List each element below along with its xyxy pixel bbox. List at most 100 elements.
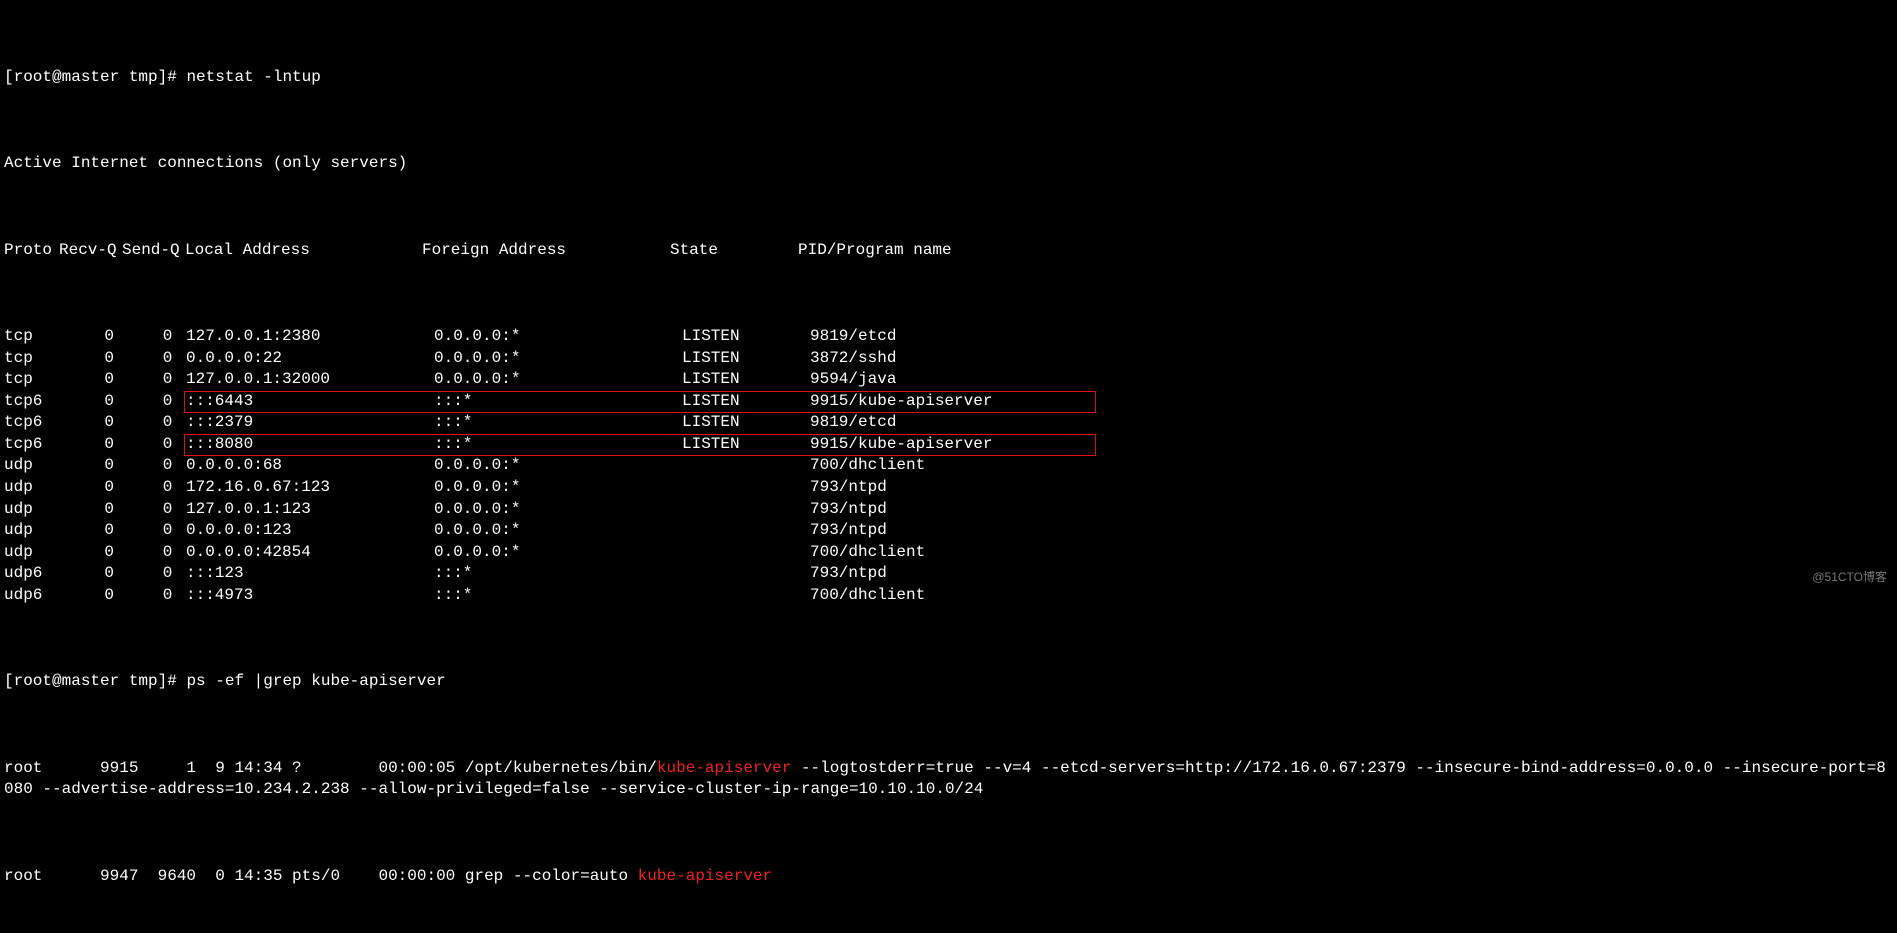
- terminal-output[interactable]: [root@master tmp]# netstat -lntup Active…: [0, 0, 1897, 933]
- cell-foreign: 0.0.0.0:*: [434, 326, 682, 348]
- hdr-prog: PID/Program name: [798, 240, 1893, 262]
- cell-state: [682, 520, 810, 542]
- ps-pre: root 9915 1 9 14:34 ? 00:00:05 /opt/kube…: [4, 759, 657, 777]
- cell-foreign: 0.0.0.0:*: [434, 520, 682, 542]
- title-text: Active Internet connections (only server…: [4, 153, 407, 175]
- command-text: ps -ef |grep kube-apiserver: [186, 671, 445, 693]
- cell-sendq: 0: [122, 542, 186, 564]
- table-row: tcp00 0.0.0.0:220.0.0.0:*LISTEN3872/sshd: [4, 348, 1893, 370]
- cell-foreign: 0.0.0.0:*: [434, 477, 682, 499]
- cell-local: 127.0.0.1:2380: [186, 326, 434, 348]
- cell-local: :::2379: [186, 412, 434, 434]
- table-row: udp00 0.0.0.0:428540.0.0.0:*700/dhclient: [4, 542, 1893, 564]
- cell-sendq: 0: [122, 412, 186, 434]
- cell-proto: tcp: [4, 326, 59, 348]
- shell-prompt: [root@master tmp]#: [4, 67, 186, 89]
- cell-recvq: 0: [59, 369, 122, 391]
- cell-recvq: 0: [59, 585, 122, 607]
- cell-prog: 793/ntpd: [810, 563, 1893, 585]
- table-row: udp00 172.16.0.67:1230.0.0.0:*793/ntpd: [4, 477, 1893, 499]
- table-row: tcp600 :::8080:::*LISTEN9915/kube-apiser…: [4, 434, 1893, 456]
- cell-local: 127.0.0.1:123: [186, 499, 434, 521]
- cell-local: 0.0.0.0:123: [186, 520, 434, 542]
- cell-local: 0.0.0.0:22: [186, 348, 434, 370]
- hdr-proto: Proto: [4, 240, 59, 262]
- cell-foreign: :::*: [434, 563, 682, 585]
- cell-prog: 9819/etcd: [810, 326, 1893, 348]
- cell-sendq: 0: [122, 369, 186, 391]
- connections-title: Active Internet connections (only server…: [4, 153, 1893, 175]
- cell-local: :::4973: [186, 585, 434, 607]
- cell-proto: udp6: [4, 563, 59, 585]
- cell-prog: 3872/sshd: [810, 348, 1893, 370]
- cell-sendq: 0: [122, 499, 186, 521]
- cell-recvq: 0: [59, 348, 122, 370]
- cell-sendq: 0: [122, 585, 186, 607]
- ps-output-line-1: root 9915 1 9 14:34 ? 00:00:05 /opt/kube…: [4, 758, 1893, 801]
- cell-state: LISTEN: [682, 348, 810, 370]
- cell-state: [682, 563, 810, 585]
- cell-proto: udp6: [4, 585, 59, 607]
- cell-sendq: 0: [122, 391, 186, 413]
- cell-recvq: 0: [59, 563, 122, 585]
- cell-prog: 700/dhclient: [810, 455, 1893, 477]
- cell-recvq: 0: [59, 520, 122, 542]
- cell-prog: 700/dhclient: [810, 542, 1893, 564]
- hdr-local: Local Address: [185, 240, 422, 262]
- ps-pre: root 9947 9640 0 14:35 pts/0 00:00:00 gr…: [4, 867, 638, 885]
- table-header: Proto Recv-Q Send-Q Local Address Foreig…: [4, 240, 1893, 262]
- cell-foreign: 0.0.0.0:*: [434, 348, 682, 370]
- hdr-state: State: [670, 240, 798, 262]
- cell-recvq: 0: [59, 434, 122, 456]
- cell-state: LISTEN: [682, 412, 810, 434]
- table-row: udp00 0.0.0.0:1230.0.0.0:*793/ntpd: [4, 520, 1893, 542]
- ps-output-line-2: root 9947 9640 0 14:35 pts/0 00:00:00 gr…: [4, 866, 1893, 888]
- cell-foreign: :::*: [434, 434, 682, 456]
- cell-proto: tcp6: [4, 412, 59, 434]
- cell-prog: 793/ntpd: [810, 477, 1893, 499]
- table-row: udp600 :::4973:::*700/dhclient: [4, 585, 1893, 607]
- table-row: tcp600 :::6443:::*LISTEN9915/kube-apiser…: [4, 391, 1893, 413]
- hdr-foreign: Foreign Address: [422, 240, 670, 262]
- table-row: udp00 0.0.0.0:680.0.0.0:*700/dhclient: [4, 455, 1893, 477]
- cell-recvq: 0: [59, 412, 122, 434]
- cell-prog: 700/dhclient: [810, 585, 1893, 607]
- cell-prog: 9915/kube-apiserver: [810, 434, 1893, 456]
- cell-local: 0.0.0.0:68: [186, 455, 434, 477]
- cell-local: :::6443: [186, 391, 434, 413]
- cell-sendq: 0: [122, 477, 186, 499]
- cell-sendq: 0: [122, 434, 186, 456]
- cell-state: [682, 477, 810, 499]
- cell-foreign: 0.0.0.0:*: [434, 369, 682, 391]
- cell-sendq: 0: [122, 455, 186, 477]
- cell-proto: udp: [4, 499, 59, 521]
- cell-recvq: 0: [59, 499, 122, 521]
- cell-prog: 9819/etcd: [810, 412, 1893, 434]
- ps-match: kube-apiserver: [657, 759, 791, 777]
- cell-proto: udp: [4, 542, 59, 564]
- table-row: tcp00 127.0.0.1:320000.0.0.0:*LISTEN9594…: [4, 369, 1893, 391]
- table-row: tcp00 127.0.0.1:23800.0.0.0:*LISTEN9819/…: [4, 326, 1893, 348]
- cell-foreign: :::*: [434, 412, 682, 434]
- cell-recvq: 0: [59, 391, 122, 413]
- cell-local: :::8080: [186, 434, 434, 456]
- hdr-recvq: Recv-Q: [59, 240, 122, 262]
- cell-sendq: 0: [122, 348, 186, 370]
- cell-sendq: 0: [122, 326, 186, 348]
- cell-foreign: :::*: [434, 391, 682, 413]
- cell-prog: 9915/kube-apiserver: [810, 391, 1893, 413]
- cell-recvq: 0: [59, 542, 122, 564]
- cell-foreign: 0.0.0.0:*: [434, 499, 682, 521]
- cell-state: LISTEN: [682, 391, 810, 413]
- cell-state: [682, 499, 810, 521]
- watermark: @51CTO博客: [1812, 569, 1887, 585]
- command-line-1: [root@master tmp]# netstat -lntup: [4, 67, 1893, 89]
- cell-local: 172.16.0.67:123: [186, 477, 434, 499]
- cell-proto: udp: [4, 455, 59, 477]
- hdr-sendq: Send-Q: [122, 240, 185, 262]
- cell-state: [682, 585, 810, 607]
- cell-prog: 9594/java: [810, 369, 1893, 391]
- cell-sendq: 0: [122, 563, 186, 585]
- ps-match: kube-apiserver: [638, 867, 772, 885]
- cell-recvq: 0: [59, 455, 122, 477]
